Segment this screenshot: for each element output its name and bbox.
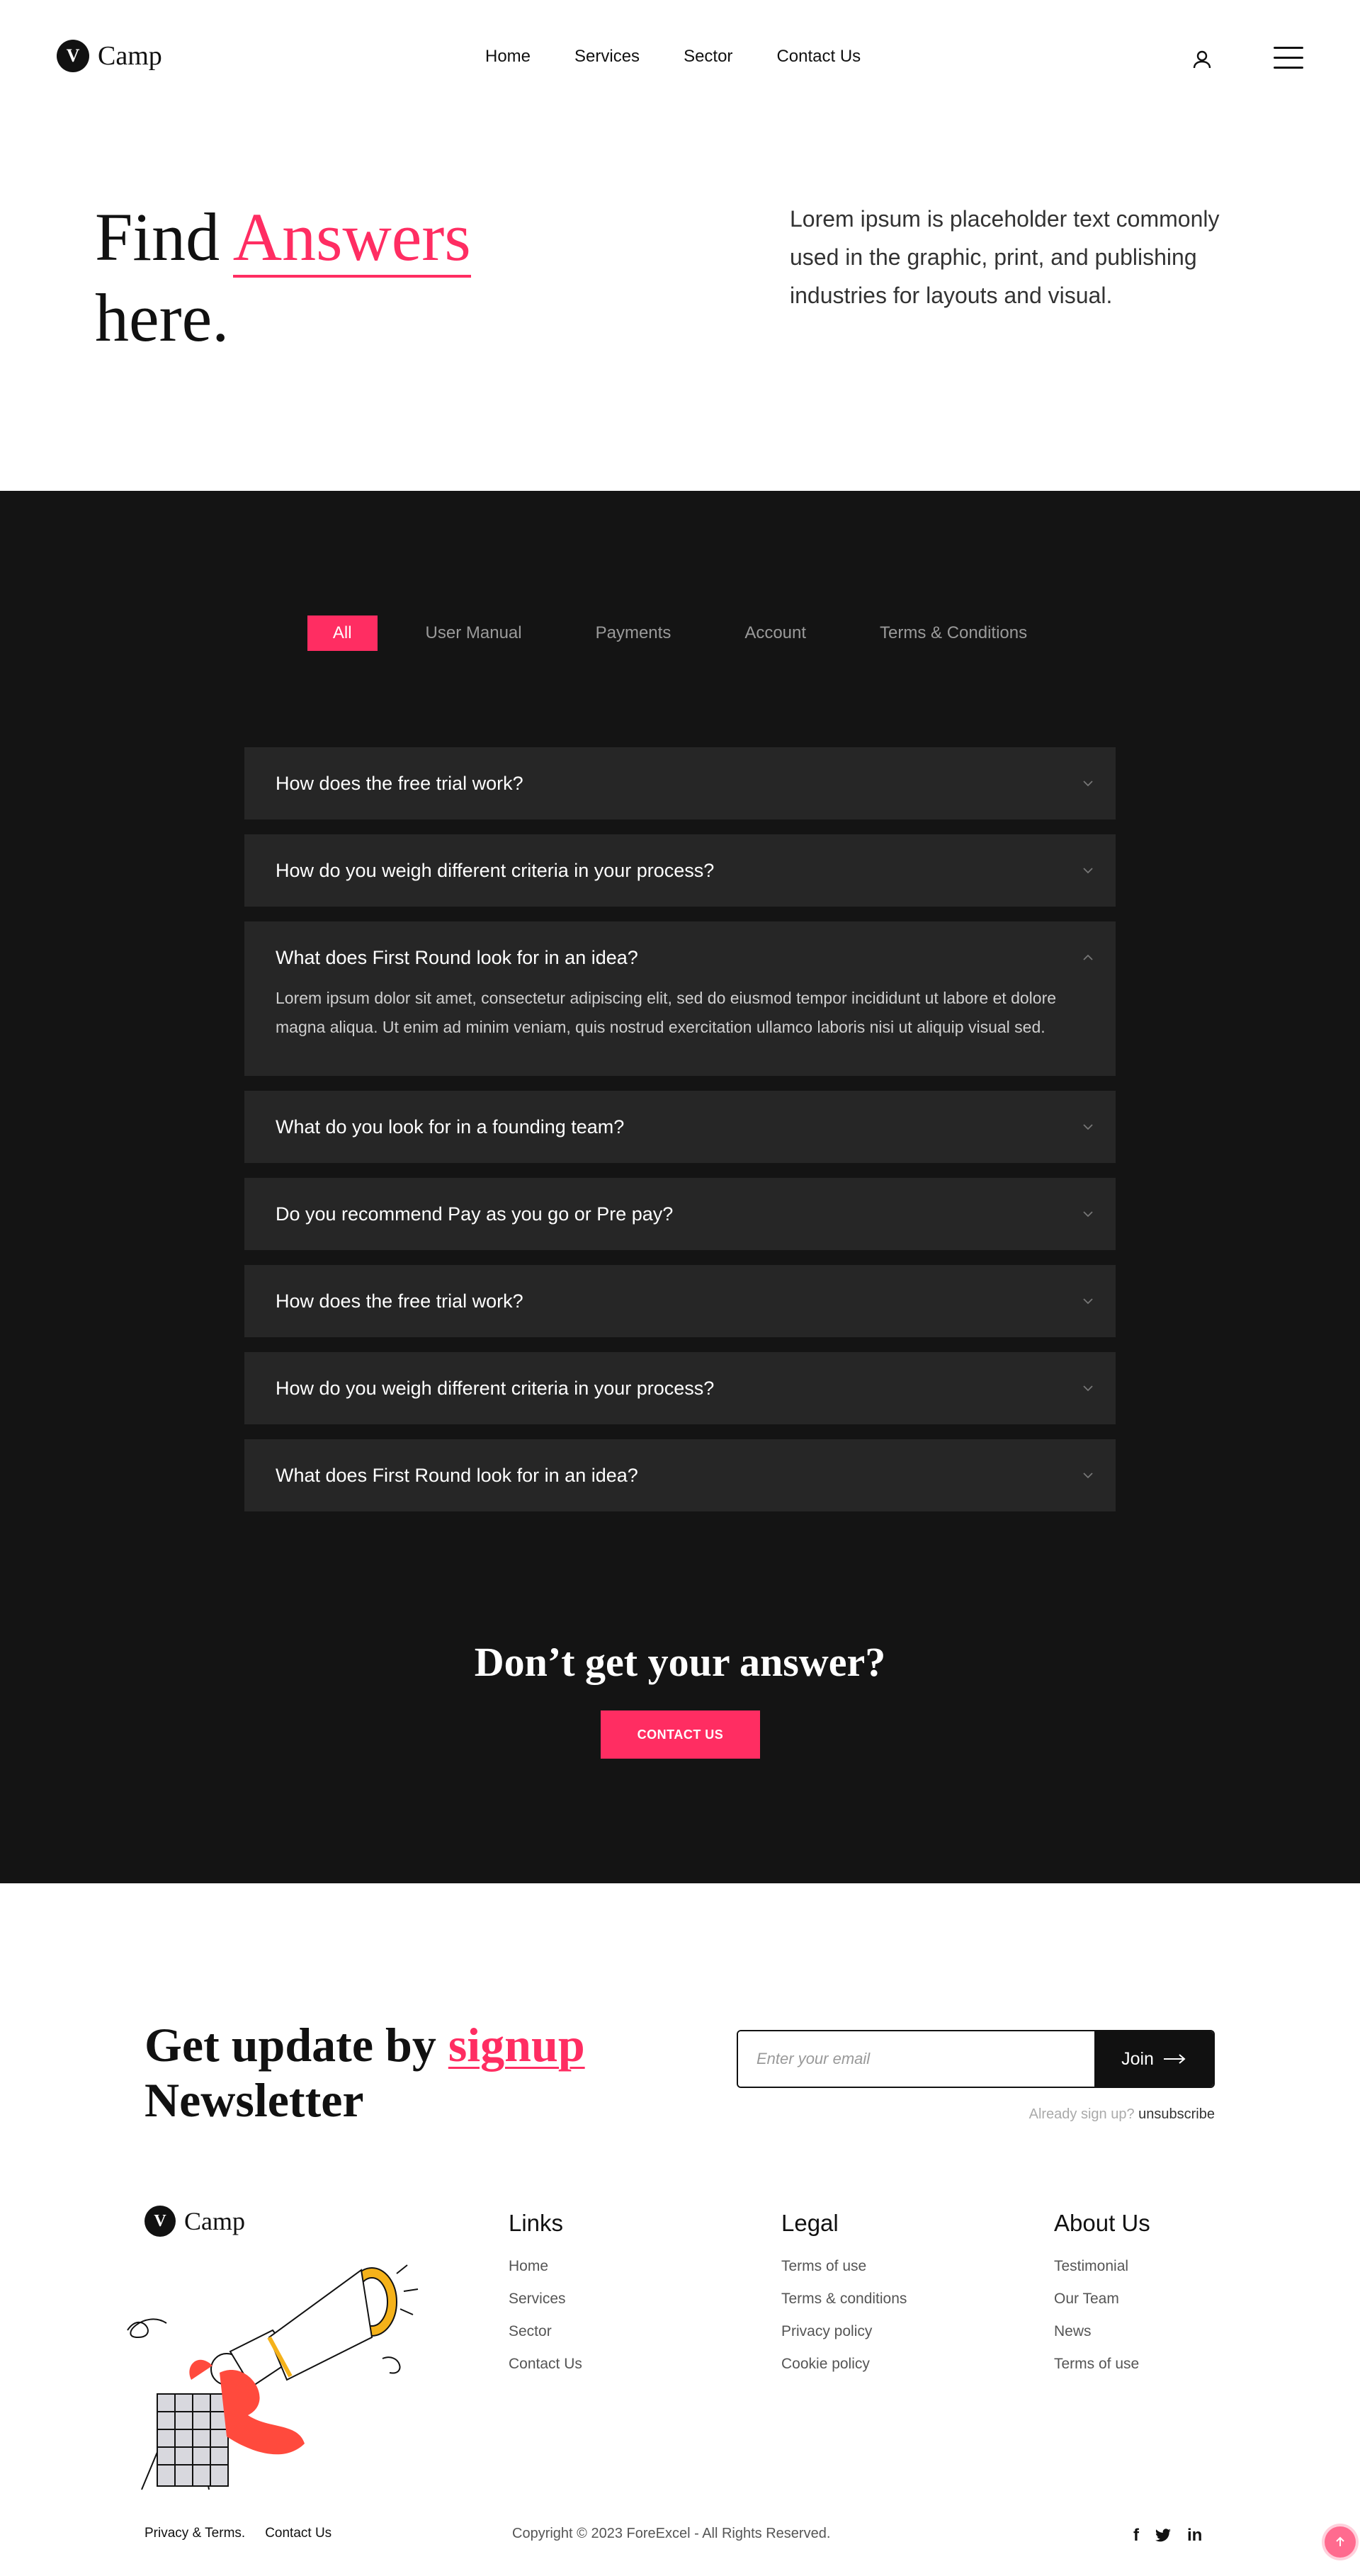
faq-item[interactable]: How does the free trial work? <box>244 747 1116 819</box>
tab-account[interactable]: Account <box>719 615 832 651</box>
newsletter-title-part2: Newsletter <box>144 2073 364 2127</box>
tab-terms-conditions[interactable]: Terms & Conditions <box>854 615 1053 651</box>
footer-about-column: About Us Testimonial Our Team News Terms… <box>1054 2210 1150 2388</box>
faq-question: What does First Round look for in an ide… <box>276 946 638 968</box>
main-nav: Home Services Sector Contact Us <box>485 47 861 67</box>
newsletter-note: Already sign up? unsubscribe <box>1029 2106 1215 2123</box>
nav-contact-us[interactable]: Contact Us <box>776 47 861 67</box>
chevron-down-icon <box>1083 1473 1093 1479</box>
logo-mark: V <box>57 40 89 72</box>
faq-list: How does the free trial work? How do you… <box>244 747 1116 1526</box>
chevron-down-icon <box>1083 781 1093 787</box>
hero-title: Find Answers here. <box>95 197 471 358</box>
chevron-down-icon <box>1083 868 1093 874</box>
logo-text: Camp <box>98 41 162 71</box>
faq-question: How does the free trial work? <box>276 1290 523 1312</box>
tab-all[interactable]: All <box>307 615 378 651</box>
bottom-links: Privacy & Terms. Contact Us <box>144 2526 332 2541</box>
nav-sector[interactable]: Sector <box>684 47 732 67</box>
site-header: V Camp Home Services Sector Contact Us <box>0 0 1360 117</box>
footer-legal-column: Legal Terms of use Terms & conditions Pr… <box>781 2210 907 2388</box>
faq-question: How do you weigh different criteria in y… <box>276 859 715 881</box>
linkedin-icon[interactable]: in <box>1187 2526 1202 2546</box>
faq-question: How do you weigh different criteria in y… <box>276 1377 715 1399</box>
back-to-top-button[interactable] <box>1325 2526 1356 2558</box>
chevron-down-icon <box>1083 1385 1093 1392</box>
faq-answer: Lorem ipsum dolor sit amet, consectetur … <box>276 989 1057 1036</box>
faq-item[interactable]: How does the free trial work? <box>244 1265 1116 1337</box>
user-icon[interactable] <box>1191 48 1213 71</box>
footer-link-terms-conditions[interactable]: Terms & conditions <box>781 2291 907 2308</box>
footer-link-contact-us[interactable]: Contact Us <box>509 2356 582 2373</box>
footer-bottom-bar: Privacy & Terms. Contact Us Copyright © … <box>0 2526 1360 2547</box>
nav-services[interactable]: Services <box>574 47 640 67</box>
logo-text: Camp <box>184 2207 245 2235</box>
footer-link-home[interactable]: Home <box>509 2258 582 2275</box>
footer-link-our-team[interactable]: Our Team <box>1054 2291 1150 2308</box>
unsubscribe-link[interactable]: unsubscribe <box>1138 2106 1215 2122</box>
chevron-down-icon <box>1083 1298 1093 1305</box>
arrow-right-icon <box>1163 2054 1186 2064</box>
newsletter-title-part1: Get update by <box>144 2018 436 2072</box>
tab-user-manual[interactable]: User Manual <box>400 615 548 651</box>
social-links: f in <box>1133 2526 1202 2546</box>
logo[interactable]: V Camp <box>57 40 162 72</box>
footer-link-sector[interactable]: Sector <box>509 2323 582 2340</box>
faq-item-open[interactable]: What does First Round look for in an ide… <box>244 921 1116 1076</box>
faq-question: Do you recommend Pay as you go or Pre pa… <box>276 1203 674 1225</box>
footer-link-terms-of-use-about[interactable]: Terms of use <box>1054 2356 1150 2373</box>
chevron-up-icon <box>1083 954 1093 960</box>
chevron-down-icon <box>1083 1124 1093 1130</box>
footer-link-services[interactable]: Services <box>509 2291 582 2308</box>
already-signed-text: Already sign up? <box>1028 2106 1135 2122</box>
faq-section: All User Manual Payments Account Terms &… <box>0 491 1360 1883</box>
faq-item[interactable]: What does First Round look for in an ide… <box>244 1439 1116 1511</box>
footer-link-terms-of-use[interactable]: Terms of use <box>781 2258 907 2275</box>
bottom-contact-link[interactable]: Contact Us <box>265 2526 332 2541</box>
contact-us-button[interactable]: CONTACT US <box>601 1710 760 1759</box>
footer-link-news[interactable]: News <box>1054 2323 1150 2340</box>
logo-mark: V <box>144 2206 176 2237</box>
hamburger-menu-icon[interactable] <box>1274 47 1303 71</box>
footer-links-title: Links <box>509 2210 564 2236</box>
faq-question: How does the free trial work? <box>276 772 523 794</box>
tab-payments[interactable]: Payments <box>570 615 697 651</box>
hero-title-accent: Answers <box>232 199 471 278</box>
newsletter-title-accent: signup <box>448 2018 585 2072</box>
cta-title: Don’t get your answer? <box>474 1639 886 1685</box>
email-input[interactable] <box>738 2031 1094 2087</box>
megaphone-illustration <box>127 2264 419 2490</box>
footer-link-cookie-policy[interactable]: Cookie policy <box>781 2356 907 2373</box>
newsletter-title: Get update by signup Newsletter <box>144 2017 585 2128</box>
hero-description: Lorem ipsum is placeholder text commonly… <box>790 206 1220 308</box>
arrow-up-icon <box>1336 2536 1344 2546</box>
faq-item[interactable]: How do you weigh different criteria in y… <box>244 1352 1116 1424</box>
footer-link-testimonial[interactable]: Testimonial <box>1054 2258 1150 2275</box>
footer-links-column: Links Home Services Sector Contact Us <box>509 2210 582 2388</box>
faq-tabs: All User Manual Payments Account Terms &… <box>0 615 1360 651</box>
footer-legal-title: Legal <box>781 2210 839 2236</box>
privacy-terms-link[interactable]: Privacy & Terms. <box>144 2526 245 2541</box>
nav-home[interactable]: Home <box>485 47 531 67</box>
faq-question: What does First Round look for in an ide… <box>276 1464 638 1486</box>
footer-logo[interactable]: V Camp <box>144 2206 245 2237</box>
copyright: Copyright © 2023 ForeExcel - All Rights … <box>512 2526 831 2541</box>
join-label: Join <box>1121 2048 1154 2069</box>
faq-item[interactable]: What do you look for in a founding team? <box>244 1091 1116 1163</box>
footer-about-title: About Us <box>1054 2210 1150 2236</box>
faq-item[interactable]: Do you recommend Pay as you go or Pre pa… <box>244 1178 1116 1250</box>
footer-link-privacy-policy[interactable]: Privacy policy <box>781 2323 907 2340</box>
faq-question: What do you look for in a founding team? <box>276 1116 625 1137</box>
hero-title-part2: here. <box>95 280 230 356</box>
hero-title-part1: Find <box>95 199 220 275</box>
faq-item[interactable]: How do you weigh different criteria in y… <box>244 834 1116 907</box>
newsletter-form: Join <box>737 2030 1215 2088</box>
facebook-icon[interactable]: f <box>1133 2526 1139 2546</box>
join-button[interactable]: Join <box>1094 2031 1213 2087</box>
chevron-down-icon <box>1083 1211 1093 1218</box>
twitter-icon[interactable] <box>1155 2529 1172 2543</box>
